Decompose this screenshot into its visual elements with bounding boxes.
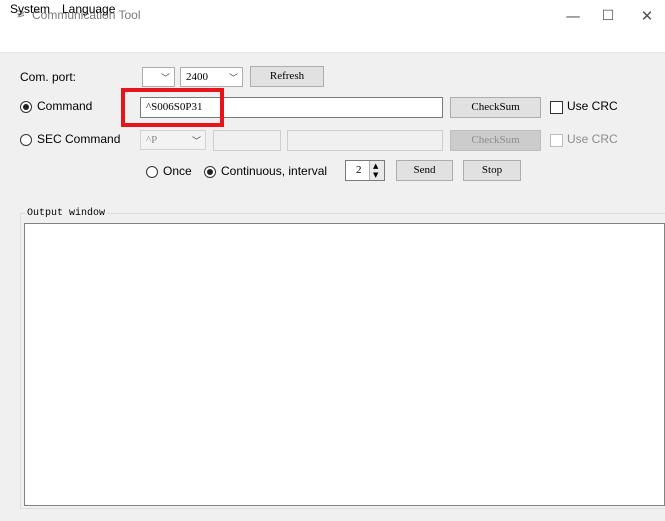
output-textarea[interactable] [24, 223, 665, 506]
sec-command-radio[interactable] [20, 134, 32, 146]
refresh-button[interactable]: Refresh [250, 66, 324, 87]
once-label: Once [163, 164, 192, 178]
com-port-label: Com. port: [20, 70, 77, 84]
arrow-up-icon[interactable]: ▲ [373, 162, 378, 170]
sec-command-label: SEC Command [37, 132, 121, 146]
sec-prefix-select[interactable]: ^P ﹀ [140, 130, 206, 150]
menu-bar [0, 32, 665, 53]
checksum-button[interactable]: CheckSum [450, 97, 541, 118]
stop-button[interactable]: Stop [463, 160, 521, 181]
sec-field2-input[interactable] [287, 130, 443, 151]
command-radio[interactable] [20, 101, 32, 113]
chevron-down-icon: ﹀ [228, 74, 238, 84]
chevron-down-icon: ﹀ [160, 74, 170, 84]
menu-system[interactable]: System [10, 2, 50, 16]
baud-rate-select[interactable]: 2400 ﹀ [180, 67, 243, 87]
once-radio[interactable] [146, 166, 158, 178]
sec-use-crc-label: Use CRC [567, 132, 618, 146]
output-window-legend: Output window [25, 208, 108, 219]
arrow-down-icon[interactable]: ▼ [373, 171, 378, 179]
highlight-box [121, 88, 224, 127]
use-crc-label: Use CRC [567, 99, 618, 113]
chevron-down-icon: ﹀ [191, 137, 201, 147]
baud-rate-value: 2400 [186, 71, 208, 83]
sec-field1-input[interactable] [213, 130, 281, 151]
command-label: Command [37, 99, 93, 113]
continuous-radio[interactable] [204, 166, 216, 178]
send-button[interactable]: Send [396, 160, 453, 181]
sec-checksum-button[interactable]: CheckSum [450, 130, 541, 151]
menu-language[interactable]: Language [62, 2, 115, 16]
com-port-select[interactable]: ﹀ [142, 67, 175, 87]
sec-prefix-value: ^P [146, 134, 158, 146]
interval-value: 2 [356, 164, 362, 176]
spinner-buttons[interactable]: ▲ ▼ [369, 161, 384, 180]
sec-use-crc-checkbox[interactable] [550, 134, 563, 147]
use-crc-checkbox[interactable] [550, 101, 563, 114]
close-button[interactable]: ✕ [624, 0, 665, 32]
interval-spinner[interactable]: 2 ▲ ▼ [345, 160, 385, 181]
continuous-label: Continuous, interval [221, 164, 328, 178]
